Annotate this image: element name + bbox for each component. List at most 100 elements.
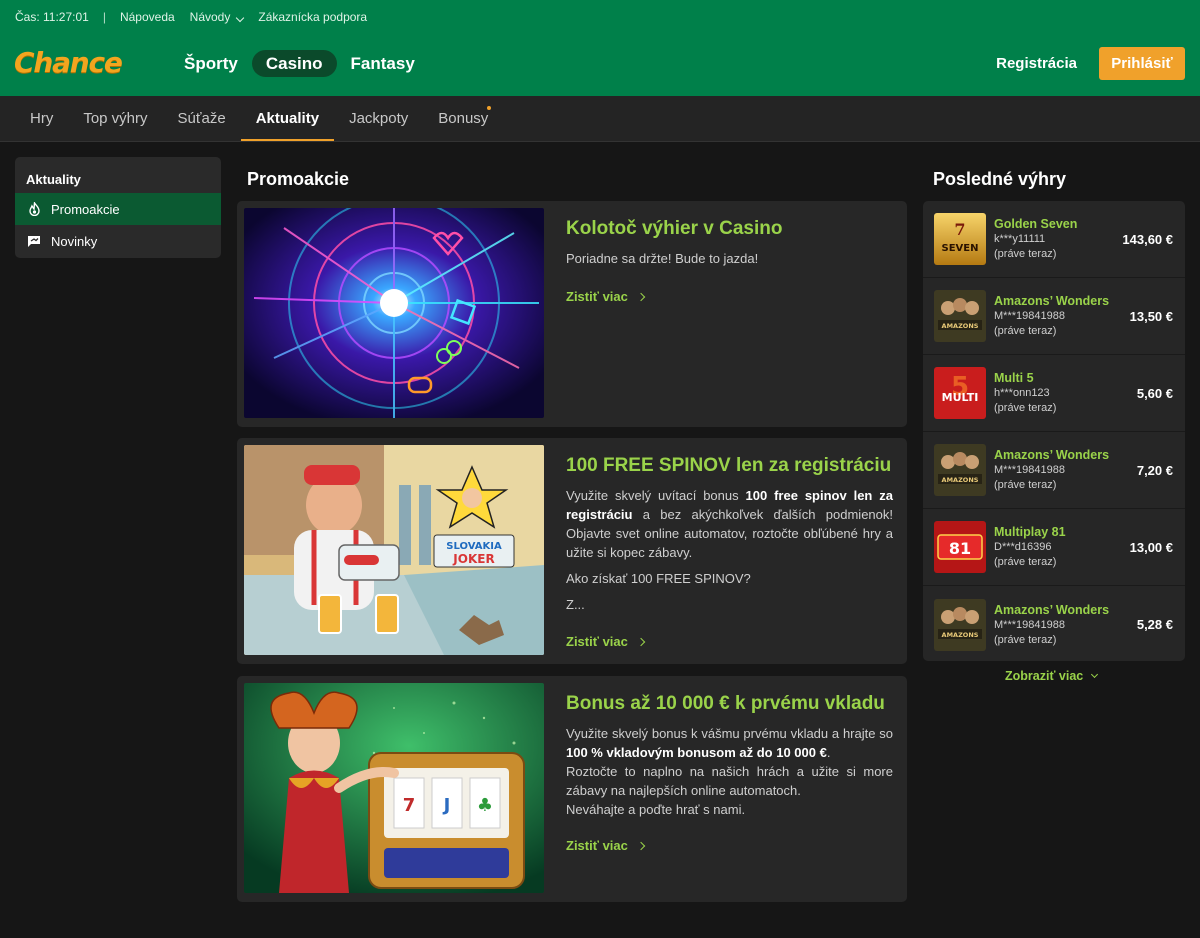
list-item[interactable]: AMAZONS Amazons’ Wonders M***19841988 (p…: [923, 278, 1185, 355]
register-link[interactable]: Registrácia: [996, 55, 1077, 72]
list-item[interactable]: 7 SEVEN Golden Seven k***y11111 (práve te…: [923, 201, 1185, 278]
win-time: (práve teraz): [994, 479, 1057, 491]
guides-dropdown[interactable]: Návody: [189, 10, 245, 24]
main-nav: Športy Casino Fantasy: [170, 50, 429, 77]
tab-bonuses-label: Bonusy: [438, 110, 489, 127]
promo-image-joker-bar[interactable]: SLOVAKIA JOKER: [244, 445, 544, 655]
winner-name: M***19841988: [994, 618, 1065, 631]
list-item[interactable]: AMAZONS Amazons’ Wonders M***19841988 (p…: [923, 432, 1185, 509]
sidebar-heading: Aktuality: [26, 172, 81, 187]
tab-contests[interactable]: Súťaže: [163, 96, 241, 141]
game-thumbnail: AMAZONS: [934, 290, 986, 342]
win-time: (práve teraz): [994, 248, 1057, 260]
win-info: Multiplay 81 D***d16396 (práve teraz): [994, 524, 1066, 570]
guides-label: Návody: [189, 10, 231, 24]
thumb-text: MULTI: [942, 391, 979, 404]
flame-icon: [27, 202, 41, 216]
chat-news-icon: [27, 234, 41, 248]
chevron-right-icon: [636, 637, 646, 646]
promo-title[interactable]: 100 FREE SPINOV len za registráciu: [566, 455, 893, 477]
thumb-text: AMAZONS: [942, 631, 979, 639]
login-button[interactable]: Prihlásiť: [1099, 47, 1185, 80]
clock: Čas: 11:27:01: [15, 10, 89, 24]
utility-bar: Čas: 11:27:01 | Nápoveda Návody Zákazníc…: [15, 9, 382, 25]
promo-image-ferris-wheel[interactable]: [244, 208, 544, 418]
svg-text:JOKER: JOKER: [452, 552, 494, 566]
promo-title[interactable]: Kolotoč výhier v Casino: [566, 218, 893, 240]
tab-jackpots[interactable]: Jackpoty: [334, 96, 423, 141]
promo-paragraph: Využite skvelý uvítací bonus 100 free sp…: [566, 486, 893, 562]
news-sidebar: Aktuality Promoakcie Novinky: [15, 157, 221, 258]
learn-more-label: Zistiť viac: [566, 289, 628, 304]
game-name: Amazons’ Wonders: [994, 602, 1110, 617]
show-more-label: Zobraziť viac: [1005, 669, 1084, 683]
text-span: Roztočte to naplno na našich hrách a uži…: [566, 764, 893, 798]
notification-dot: [487, 106, 492, 110]
svg-text:J: J: [442, 795, 451, 816]
show-more-button[interactable]: Zobraziť viac: [1005, 669, 1099, 683]
game-name: Amazons’ Wonders: [994, 294, 1110, 308]
help-link[interactable]: Nápoveda: [120, 10, 175, 24]
game-thumbnail: 5 MULTI: [934, 367, 986, 419]
promo-card: SLOVAKIA JOKER 100 FREE SPINOV len za re…: [237, 438, 907, 664]
win-time: (práve teraz): [994, 556, 1057, 568]
win-info: Golden Seven k***y11111 (práve teraz): [994, 216, 1077, 262]
svg-text:7: 7: [954, 220, 965, 239]
thumb-text: SEVEN: [942, 243, 979, 254]
learn-more-link[interactable]: Zistiť viac: [566, 289, 646, 304]
promo-card: 7 J ♣ Bonus až 10 000 € k prvému vkladu …: [237, 676, 907, 902]
sidebar-item-label: Promoakcie: [51, 201, 120, 217]
winner-name: D***d16396: [994, 541, 1052, 553]
promo-body: 100 FREE SPINOV len za registráciu Využi…: [566, 455, 893, 621]
last-wins-list: 7 SEVEN Golden Seven k***y11111 (práve te…: [923, 201, 1185, 661]
casino-subnav: Hry Top výhry Súťaže Aktuality Jackpoty …: [0, 96, 1200, 142]
game-name: Amazons’ Wonders: [994, 448, 1110, 462]
promo-body: Bonus až 10 000 € k prvému vkladu Využit…: [566, 693, 893, 819]
tab-bonuses[interactable]: Bonusy: [423, 96, 503, 141]
learn-more-link[interactable]: Zistiť viac: [566, 634, 646, 649]
win-amount: 13,50 €: [1129, 308, 1173, 324]
winner-name: M***19841988: [994, 464, 1065, 476]
win-info: Amazons’ Wonders M***19841988 (práve ter…: [994, 293, 1109, 339]
win-amount: 5,60 €: [1136, 385, 1173, 401]
game-thumbnail: 81: [934, 521, 986, 573]
win-amount: 7,20 €: [1136, 462, 1173, 478]
text-span: Neváhajte a poďte hrať s nami.: [566, 802, 746, 817]
chance-logo[interactable]: Chance: [14, 46, 123, 79]
text-span: Využite skvelý bonus k vášmu prvému vkla…: [566, 726, 893, 741]
sidebar-item-news[interactable]: Novinky: [15, 225, 221, 257]
chevron-down-icon: [236, 13, 245, 23]
chevron-right-icon: [636, 292, 646, 301]
promo-title[interactable]: Bonus až 10 000 € k prvému vkladu: [566, 693, 893, 715]
list-item[interactable]: AMAZONS Amazons’ Wonders M***19841988 (p…: [923, 586, 1185, 661]
thumb-text: AMAZONS: [942, 322, 979, 330]
nav-casino[interactable]: Casino: [251, 50, 337, 77]
promotions-title: Promoakcie: [247, 169, 350, 189]
list-item[interactable]: 5 MULTI Multi 5 h***onn123 (práve teraz) …: [923, 355, 1185, 432]
win-info: Multi 5 h***onn123 (práve teraz): [994, 370, 1056, 416]
sidebar-item-promotions[interactable]: Promoakcie: [15, 193, 221, 225]
support-link[interactable]: Zákaznícka podpora: [258, 10, 367, 24]
svg-text:SLOVAKIA: SLOVAKIA: [446, 541, 502, 552]
thumb-text: 81: [949, 539, 971, 558]
promo-card: Kolotoč výhier v Casino Poriadne sa držt…: [237, 201, 907, 427]
game-name: Multiplay 81: [994, 525, 1066, 539]
nav-fantasy[interactable]: Fantasy: [337, 50, 429, 77]
divider: |: [102, 10, 106, 24]
list-item[interactable]: 81 Multiplay 81 D***d16396 (práve teraz)…: [923, 509, 1185, 586]
tab-games[interactable]: Hry: [15, 96, 68, 141]
win-amount: 13,00 €: [1129, 539, 1173, 555]
learn-more-link[interactable]: Zistiť viac: [566, 838, 646, 853]
win-time: (práve teraz): [994, 633, 1057, 646]
svg-text:7: 7: [403, 795, 416, 816]
win-time: (práve teraz): [994, 402, 1057, 414]
promo-image-jester-slot[interactable]: 7 J ♣: [244, 683, 544, 893]
game-thumbnail: AMAZONS: [934, 598, 986, 651]
text-span: Využite skvelý uvítací bonus: [566, 488, 746, 503]
svg-text:♣: ♣: [477, 795, 493, 816]
winner-name: h***onn123: [994, 387, 1050, 399]
tab-top-wins[interactable]: Top výhry: [68, 96, 162, 141]
game-thumbnail: AMAZONS: [934, 444, 986, 496]
nav-sports[interactable]: Športy: [170, 50, 252, 77]
tab-news[interactable]: Aktuality: [240, 96, 335, 141]
